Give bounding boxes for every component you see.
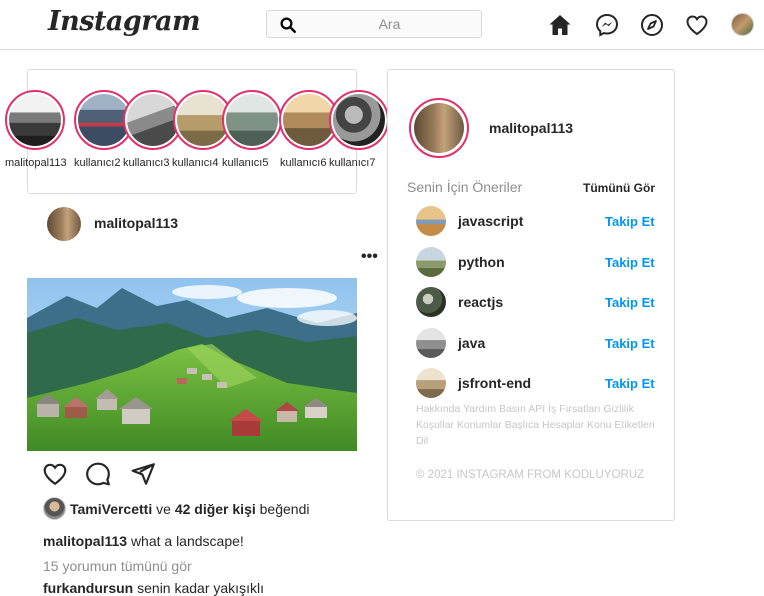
- suggestion-avatar[interactable]: [416, 287, 446, 317]
- suggestion-username[interactable]: reactjs: [458, 294, 503, 310]
- suggestion-avatar[interactable]: [416, 206, 446, 236]
- post-image[interactable]: [27, 278, 357, 451]
- home-icon[interactable]: [548, 13, 572, 37]
- see-all-link[interactable]: Tümünü Gör: [583, 181, 655, 195]
- follow-button[interactable]: Takip Et: [605, 255, 655, 270]
- comment-icon[interactable]: [85, 461, 111, 487]
- suggestion-username[interactable]: javascript: [458, 213, 523, 229]
- sidebar-profile-username[interactable]: malitopal113: [489, 120, 573, 136]
- likes-summary: TamiVercetti ve 42 diğer kişi beğendi: [70, 501, 310, 517]
- suggestion-avatar[interactable]: [416, 328, 446, 358]
- follow-button[interactable]: Takip Et: [605, 336, 655, 351]
- comment-item: furkandursun senin kadar yakışıklı: [43, 580, 264, 596]
- more-options-icon[interactable]: •••: [361, 248, 378, 266]
- suggestion-avatar[interactable]: [416, 247, 446, 277]
- view-all-comments-link[interactable]: 15 yorumun tümünü gör: [43, 558, 192, 574]
- story-avatar[interactable]: [329, 90, 389, 150]
- story-label: kullanıcı5: [222, 157, 269, 169]
- footer-links[interactable]: Hakkında Yardım Basın API İş Fırsatları …: [416, 401, 656, 449]
- sidebar-profile-avatar[interactable]: [409, 98, 469, 158]
- story-label: kullanıcı2: [74, 157, 121, 169]
- liker-avatar[interactable]: [43, 497, 66, 520]
- top-navbar: Instagram: [0, 0, 764, 50]
- comment-username[interactable]: furkandursun: [43, 580, 133, 596]
- liker-username[interactable]: TamiVercetti: [70, 501, 152, 517]
- suggestions-title: Senin İçin Öneriler: [407, 179, 523, 195]
- story-avatar[interactable]: [222, 90, 282, 150]
- search-box[interactable]: [266, 10, 482, 38]
- share-icon[interactable]: [130, 461, 156, 487]
- search-icon: [280, 17, 296, 33]
- suggestion-avatar[interactable]: [416, 368, 446, 398]
- comment-text: senin kadar yakışıklı: [137, 580, 264, 596]
- search-input[interactable]: [307, 14, 472, 34]
- likes-others-count[interactable]: 42 diğer kişi: [175, 501, 256, 517]
- like-heart-icon[interactable]: [42, 461, 68, 487]
- post-caption: malitopal113 what a landscape!: [43, 533, 244, 549]
- story-label: kullanıcı3: [123, 157, 170, 169]
- story-label: kullanıcı4: [172, 157, 219, 169]
- story-label: kullanıcı6: [280, 157, 327, 169]
- caption-username[interactable]: malitopal113: [43, 533, 127, 549]
- activity-heart-icon[interactable]: [685, 13, 709, 37]
- follow-button[interactable]: Takip Et: [605, 376, 655, 391]
- profile-avatar-nav[interactable]: [731, 13, 754, 36]
- story-label: kullanıcı7: [329, 157, 376, 169]
- follow-button[interactable]: Takip Et: [605, 295, 655, 310]
- post-author-username[interactable]: malitopal113: [94, 215, 178, 231]
- landscape-photo: [27, 278, 357, 451]
- messenger-icon[interactable]: [595, 13, 619, 37]
- caption-text: what a landscape!: [130, 533, 244, 549]
- instagram-logo[interactable]: Instagram: [48, 6, 201, 37]
- explore-compass-icon[interactable]: [640, 13, 664, 37]
- copyright-text: © 2021 INSTAGRAM FROM KODLUYORUZ: [416, 469, 645, 481]
- suggestion-username[interactable]: python: [458, 254, 505, 270]
- post-author-avatar[interactable]: [47, 207, 81, 241]
- suggestion-username[interactable]: java: [458, 335, 485, 351]
- story-avatar[interactable]: [5, 90, 65, 150]
- suggestion-username[interactable]: jsfront-end: [458, 375, 531, 391]
- story-label: malitopal113: [5, 157, 67, 169]
- follow-button[interactable]: Takip Et: [605, 214, 655, 229]
